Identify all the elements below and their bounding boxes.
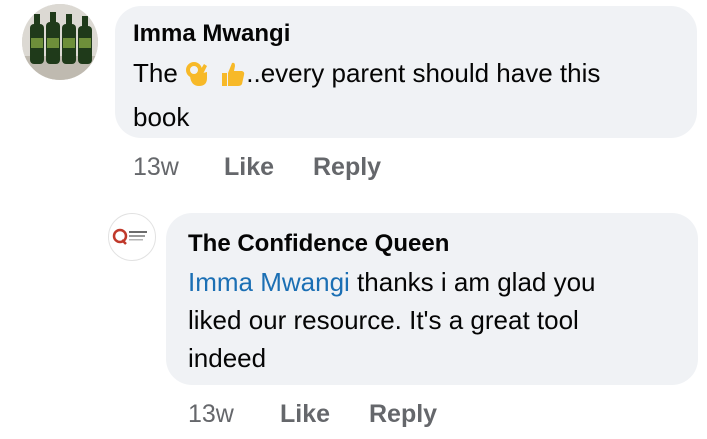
mention-link[interactable]: Imma Mwangi — [188, 267, 350, 297]
thumbs-up-emoji-icon — [218, 60, 246, 98]
comment-text-line1: ..every parent should have this — [246, 58, 601, 88]
reply-text-line1: thanks i am glad you — [349, 267, 596, 297]
comment-text: The ..every parent should have this book — [133, 54, 600, 136]
reply-like-button[interactable]: Like — [280, 400, 330, 429]
commenter-avatar[interactable] — [22, 4, 98, 80]
ok-hand-emoji-icon — [185, 60, 211, 98]
reply-timestamp[interactable]: 13w — [188, 400, 234, 429]
reply-author-name[interactable]: The Confidence Queen — [188, 230, 449, 258]
bottles-photo-icon — [22, 4, 98, 80]
comment-text-start: The — [133, 58, 186, 88]
confidence-queen-logo-icon — [110, 215, 154, 259]
reply-text: Imma Mwangi thanks i am glad you liked o… — [188, 263, 596, 377]
reply-button[interactable]: Reply — [313, 153, 381, 182]
comment-text-line2: book — [133, 102, 190, 132]
reply-reply-button[interactable]: Reply — [369, 400, 437, 429]
reply-text-line2: liked our resource. It's a great tool — [188, 305, 579, 335]
reply-text-line3: indeed — [188, 343, 267, 373]
comment-author-name[interactable]: Imma Mwangi — [133, 20, 290, 48]
comment-timestamp[interactable]: 13w — [133, 153, 179, 182]
like-button[interactable]: Like — [224, 153, 274, 182]
page-avatar[interactable] — [108, 213, 156, 261]
